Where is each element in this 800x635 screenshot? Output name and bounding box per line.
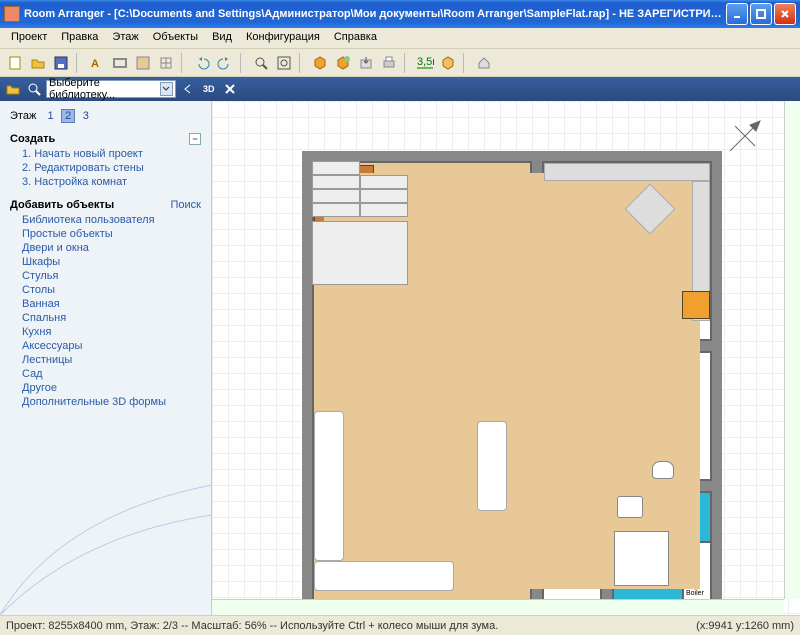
create-heading: Создать − — [0, 129, 211, 147]
window-title: Room Arranger - [C:\Documents and Settin… — [24, 8, 726, 20]
closet-label: Boiler — [686, 590, 704, 597]
floorplan[interactable]: Boiler — [302, 151, 722, 611]
sidebar: Этаж 1 2 3 Создать − 1. Начать новый про… — [0, 101, 212, 615]
chevron-down-icon — [160, 82, 173, 96]
floor-1[interactable]: 1 — [44, 110, 58, 122]
sink[interactable] — [617, 496, 643, 518]
auto-button[interactable]: A — [86, 52, 108, 74]
minimize-button[interactable] — [726, 3, 748, 25]
add-wardrobes[interactable]: Шкафы — [22, 255, 211, 269]
statusbar: Проект: 8255x8400 mm, Этаж: 2/3 -- Масшт… — [0, 615, 800, 635]
collapse-icon[interactable]: − — [189, 133, 201, 145]
view3d-button[interactable] — [309, 52, 331, 74]
lib-close-icon[interactable] — [221, 80, 239, 98]
add-stairs[interactable]: Лестницы — [22, 353, 211, 367]
add-heading: Добавить объекты Поиск — [0, 195, 211, 213]
main-toolbar: A 3,5m — [0, 49, 800, 77]
scrollbar-vertical[interactable] — [784, 101, 800, 599]
new-button[interactable] — [4, 52, 26, 74]
create-edit-walls[interactable]: 2. Редактировать стены — [22, 161, 211, 175]
add-list: Библиотека пользователя Простые объекты … — [0, 213, 211, 415]
menu-help[interactable]: Справка — [327, 28, 384, 48]
add-chairs[interactable]: Стулья — [22, 269, 211, 283]
lib-search-icon[interactable] — [25, 80, 43, 98]
armchair[interactable] — [477, 421, 507, 511]
zoom-fit-button[interactable] — [273, 52, 295, 74]
walls-button[interactable] — [109, 52, 131, 74]
search-link[interactable]: Поиск — [171, 199, 201, 211]
floor-2[interactable]: 2 — [61, 109, 75, 123]
export-button[interactable] — [355, 52, 377, 74]
add-garden[interactable]: Сад — [22, 367, 211, 381]
status-left: Проект: 8255x8400 mm, Этаж: 2/3 -- Масшт… — [6, 620, 498, 632]
sofa-bottom[interactable] — [314, 561, 454, 591]
menu-view[interactable]: Вид — [205, 28, 239, 48]
scrollbar-horizontal[interactable] — [212, 599, 784, 615]
create-list: 1. Начать новый проект 2. Редактировать … — [0, 147, 211, 195]
close-button[interactable] — [774, 3, 796, 25]
add-accessories[interactable]: Аксессуары — [22, 339, 211, 353]
status-coords: (x:9941 y:1260 mm) — [696, 620, 794, 632]
add-user-library[interactable]: Библиотека пользователя — [22, 213, 211, 227]
menu-objects[interactable]: Объекты — [146, 28, 205, 48]
measure-button[interactable]: 3,5m — [414, 52, 436, 74]
menu-floor[interactable]: Этаж — [105, 28, 145, 48]
svg-text:A: A — [91, 58, 99, 70]
floor-selector: Этаж 1 2 3 — [0, 101, 211, 129]
compass-icon — [720, 111, 770, 161]
add-tables[interactable]: Столы — [22, 283, 211, 297]
3d-label[interactable]: 3D — [200, 84, 218, 94]
box-button[interactable] — [437, 52, 459, 74]
add-3d-shapes[interactable]: Дополнительные 3D формы — [22, 395, 211, 409]
create-new-project[interactable]: 1. Начать новый проект — [22, 147, 211, 161]
menu-edit[interactable]: Правка — [54, 28, 105, 48]
lib-prev-icon[interactable] — [179, 80, 197, 98]
undo-button[interactable] — [191, 52, 213, 74]
add-simple-objects[interactable]: Простые объекты — [22, 227, 211, 241]
toilet[interactable] — [652, 461, 674, 479]
svg-text:3,5m: 3,5m — [417, 56, 434, 68]
home-button[interactable] — [473, 52, 495, 74]
add-doors-windows[interactable]: Двери и окна — [22, 241, 211, 255]
view3d-alt-button[interactable] — [332, 52, 354, 74]
save-button[interactable] — [50, 52, 72, 74]
floor-label: Этаж — [10, 110, 36, 122]
zoom-button[interactable] — [250, 52, 272, 74]
fridge[interactable] — [682, 291, 710, 319]
redo-button[interactable] — [214, 52, 236, 74]
canvas[interactable]: Boiler — [212, 101, 800, 615]
add-kitchen[interactable]: Кухня — [22, 325, 211, 339]
library-combo[interactable]: Выберите библиотеку... — [46, 80, 176, 98]
library-button[interactable] — [155, 52, 177, 74]
floor-3[interactable]: 3 — [79, 110, 93, 122]
menubar: Проект Правка Этаж Объекты Вид Конфигура… — [0, 28, 800, 49]
add-bathroom[interactable]: Ванная — [22, 297, 211, 311]
counter-top[interactable] — [544, 163, 710, 181]
sofa-l[interactable] — [314, 411, 344, 561]
add-other[interactable]: Другое — [22, 381, 211, 395]
library-toolbar: Выберите библиотеку... 3D — [0, 77, 800, 101]
library-combo-text: Выберите библиотеку... — [49, 77, 160, 101]
maximize-button[interactable] — [750, 3, 772, 25]
shower[interactable] — [614, 531, 669, 586]
create-room-settings[interactable]: 3. Настройка комнат — [22, 175, 211, 189]
menu-project[interactable]: Проект — [4, 28, 54, 48]
menu-config[interactable]: Конфигурация — [239, 28, 327, 48]
print-button[interactable] — [378, 52, 400, 74]
app-icon — [4, 6, 20, 22]
rooms-button[interactable] — [132, 52, 154, 74]
titlebar: Room Arranger - [C:\Documents and Settin… — [0, 0, 800, 28]
add-bedroom[interactable]: Спальня — [22, 311, 211, 325]
open-button[interactable] — [27, 52, 49, 74]
lib-folder-icon[interactable] — [4, 80, 22, 98]
